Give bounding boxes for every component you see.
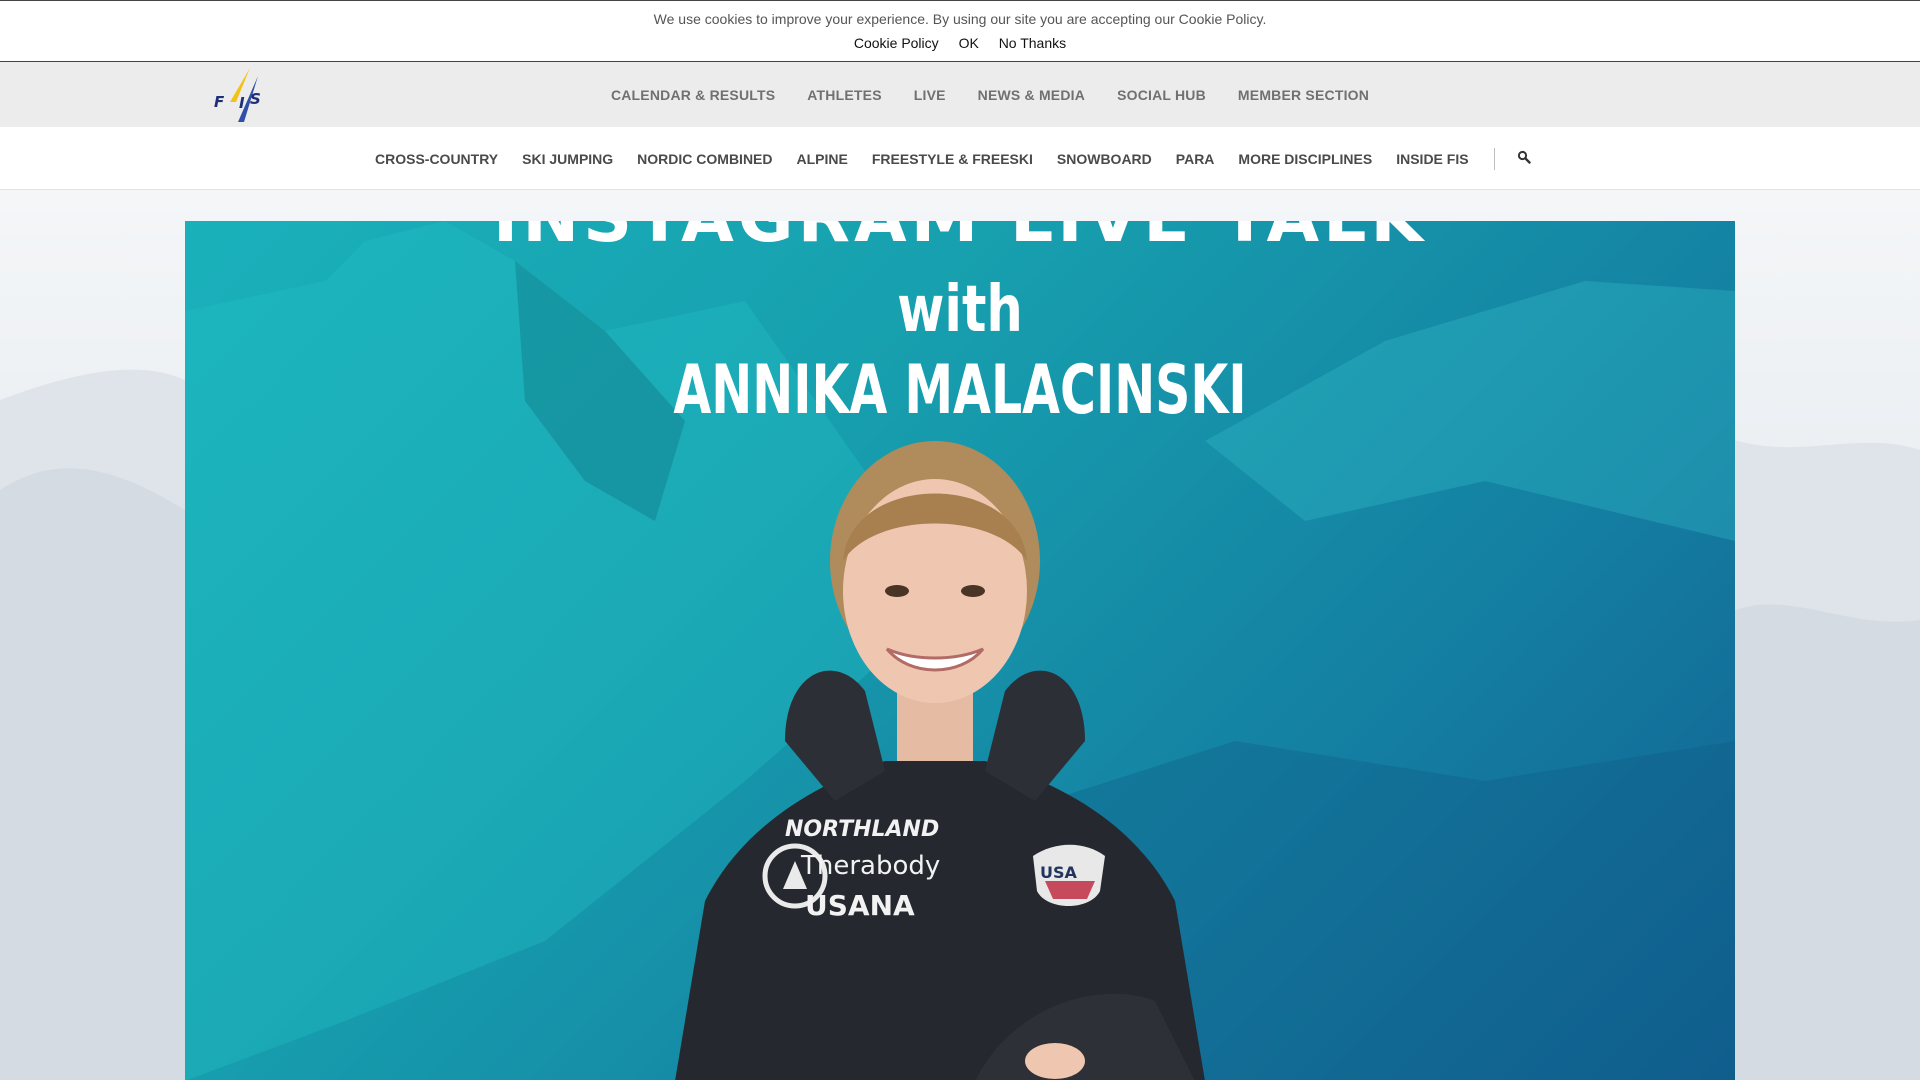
- hero-athlete-name: ANNIKA MALACINSKI: [673, 351, 1247, 430]
- cookie-ok-button[interactable]: OK: [959, 35, 979, 51]
- disc-ski-jumping[interactable]: SKI JUMPING: [522, 151, 613, 167]
- sponsor-usana: USANA: [805, 889, 915, 922]
- disc-cross-country[interactable]: CROSS-COUNTRY: [375, 151, 498, 167]
- usa-badge-label: USA: [1040, 863, 1077, 882]
- hero-title-top: INSTAGRAM LIVE TALK: [185, 221, 1735, 258]
- disc-para[interactable]: PARA: [1176, 151, 1215, 167]
- disc-nordic-combined[interactable]: NORDIC COMBINED: [637, 151, 772, 167]
- nav-member-section[interactable]: MEMBER SECTION: [1238, 87, 1369, 103]
- main-nav: CALENDAR & RESULTS ATHLETES LIVE NEWS & …: [0, 62, 1920, 127]
- discipline-items: CROSS-COUNTRY SKI JUMPING NORDIC COMBINE…: [375, 127, 1493, 190]
- main-header: F I S CALENDAR & RESULTS ATHLETES LIVE N…: [0, 62, 1920, 127]
- disc-inside-fis[interactable]: INSIDE FIS: [1396, 151, 1468, 167]
- nav-live[interactable]: LIVE: [914, 87, 946, 103]
- nav-calendar-results[interactable]: CALENDAR & RESULTS: [611, 87, 775, 103]
- cookie-banner: We use cookies to improve your experienc…: [0, 0, 1920, 62]
- nav-athletes[interactable]: ATHLETES: [807, 87, 881, 103]
- sponsor-northland: NORTHLAND: [785, 817, 940, 842]
- nav-divider: [1494, 148, 1495, 170]
- athlete-portrait: [675, 441, 1205, 1080]
- hero-banner[interactable]: INSTAGRAM LIVE TALK with ANNIKA MALACINS…: [185, 221, 1735, 1080]
- cookie-message: We use cookies to improve your experienc…: [653, 11, 1267, 27]
- cookie-actions: Cookie Policy OK No Thanks: [0, 35, 1920, 51]
- disc-alpine[interactable]: ALPINE: [797, 151, 848, 167]
- search-icon[interactable]: [1517, 150, 1531, 164]
- disc-freestyle-freeski[interactable]: FREESTYLE & FREESKI: [872, 151, 1033, 167]
- disc-snowboard[interactable]: SNOWBOARD: [1057, 151, 1152, 167]
- cookie-no-thanks-button[interactable]: No Thanks: [999, 35, 1066, 51]
- sponsor-therabody: Therabody: [801, 851, 941, 881]
- discipline-nav: CROSS-COUNTRY SKI JUMPING NORDIC COMBINE…: [0, 127, 1920, 190]
- disc-more-disciplines[interactable]: MORE DISCIPLINES: [1238, 151, 1372, 167]
- nav-social-hub[interactable]: SOCIAL HUB: [1117, 87, 1206, 103]
- cookie-policy-link[interactable]: Cookie Policy: [854, 35, 939, 51]
- hero-with: with: [897, 273, 1023, 347]
- nav-news-media[interactable]: NEWS & MEDIA: [978, 87, 1085, 103]
